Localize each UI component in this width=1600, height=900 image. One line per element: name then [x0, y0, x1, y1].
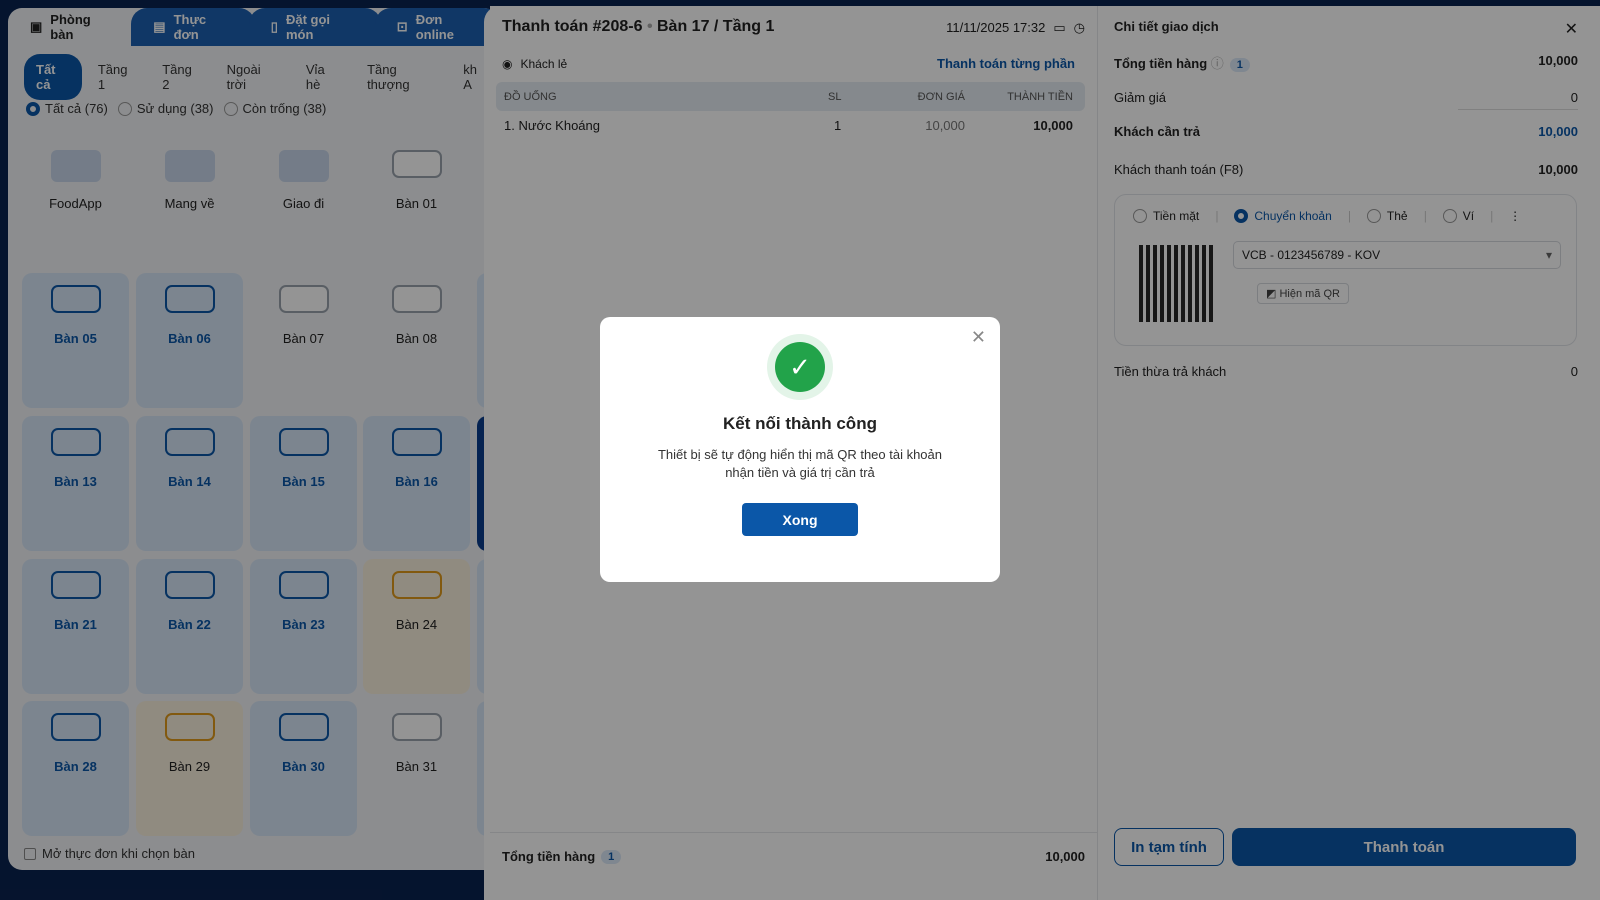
dialog-title: Kết nối thành công [723, 414, 877, 433]
success-icon: ✓ [767, 334, 833, 400]
done-button[interactable]: Xong [742, 503, 858, 536]
success-dialog: ✕ ✓ Kết nối thành công Thiết bị sẽ tự độ… [600, 317, 1000, 582]
close-icon[interactable]: ✕ [971, 327, 986, 348]
dialog-message: Thiết bị sẽ tự động hiển thị mã QR theo … [657, 447, 943, 480]
